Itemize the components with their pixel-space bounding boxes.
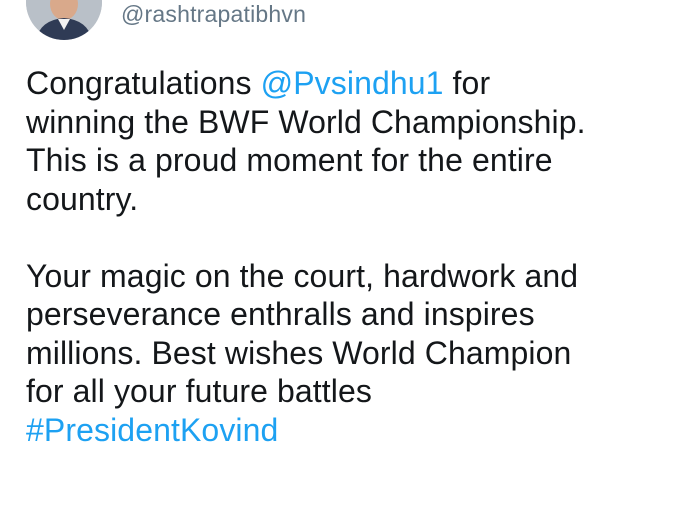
tweet-line: Your magic on the court, hardwork and [26,257,579,294]
tweet-line: Congratulations @Pvsindhu1 for [26,64,676,103]
tweet-paragraph-2: Your magic on the court, hardwork and pe… [26,257,676,450]
tweet-line: for all your future battles [26,373,372,409]
text-segment: for [443,65,491,101]
avatar[interactable] [26,0,102,40]
author-handle[interactable]: @rashtrapatibhvn [121,1,306,28]
tweet-paragraph-1: Congratulations @Pvsindhu1 for winning t… [26,64,676,218]
tweet-line: millions. Best wishes World Champion [26,334,572,371]
tweet-line: This is a proud moment for the entire [26,142,553,178]
mention-link[interactable]: @Pvsindhu1 [261,65,444,101]
tweet-line: country. [26,180,139,217]
text-segment: Congratulations [26,65,261,101]
avatar-image [26,0,102,40]
tweet-line: perseverance enthralls and inspires [26,296,535,332]
hashtag-link[interactable]: #PresidentKovind [26,411,676,450]
tweet-line: winning the BWF World Championship. [26,103,586,140]
tweet-text: Congratulations @Pvsindhu1 for winning t… [26,64,676,449]
